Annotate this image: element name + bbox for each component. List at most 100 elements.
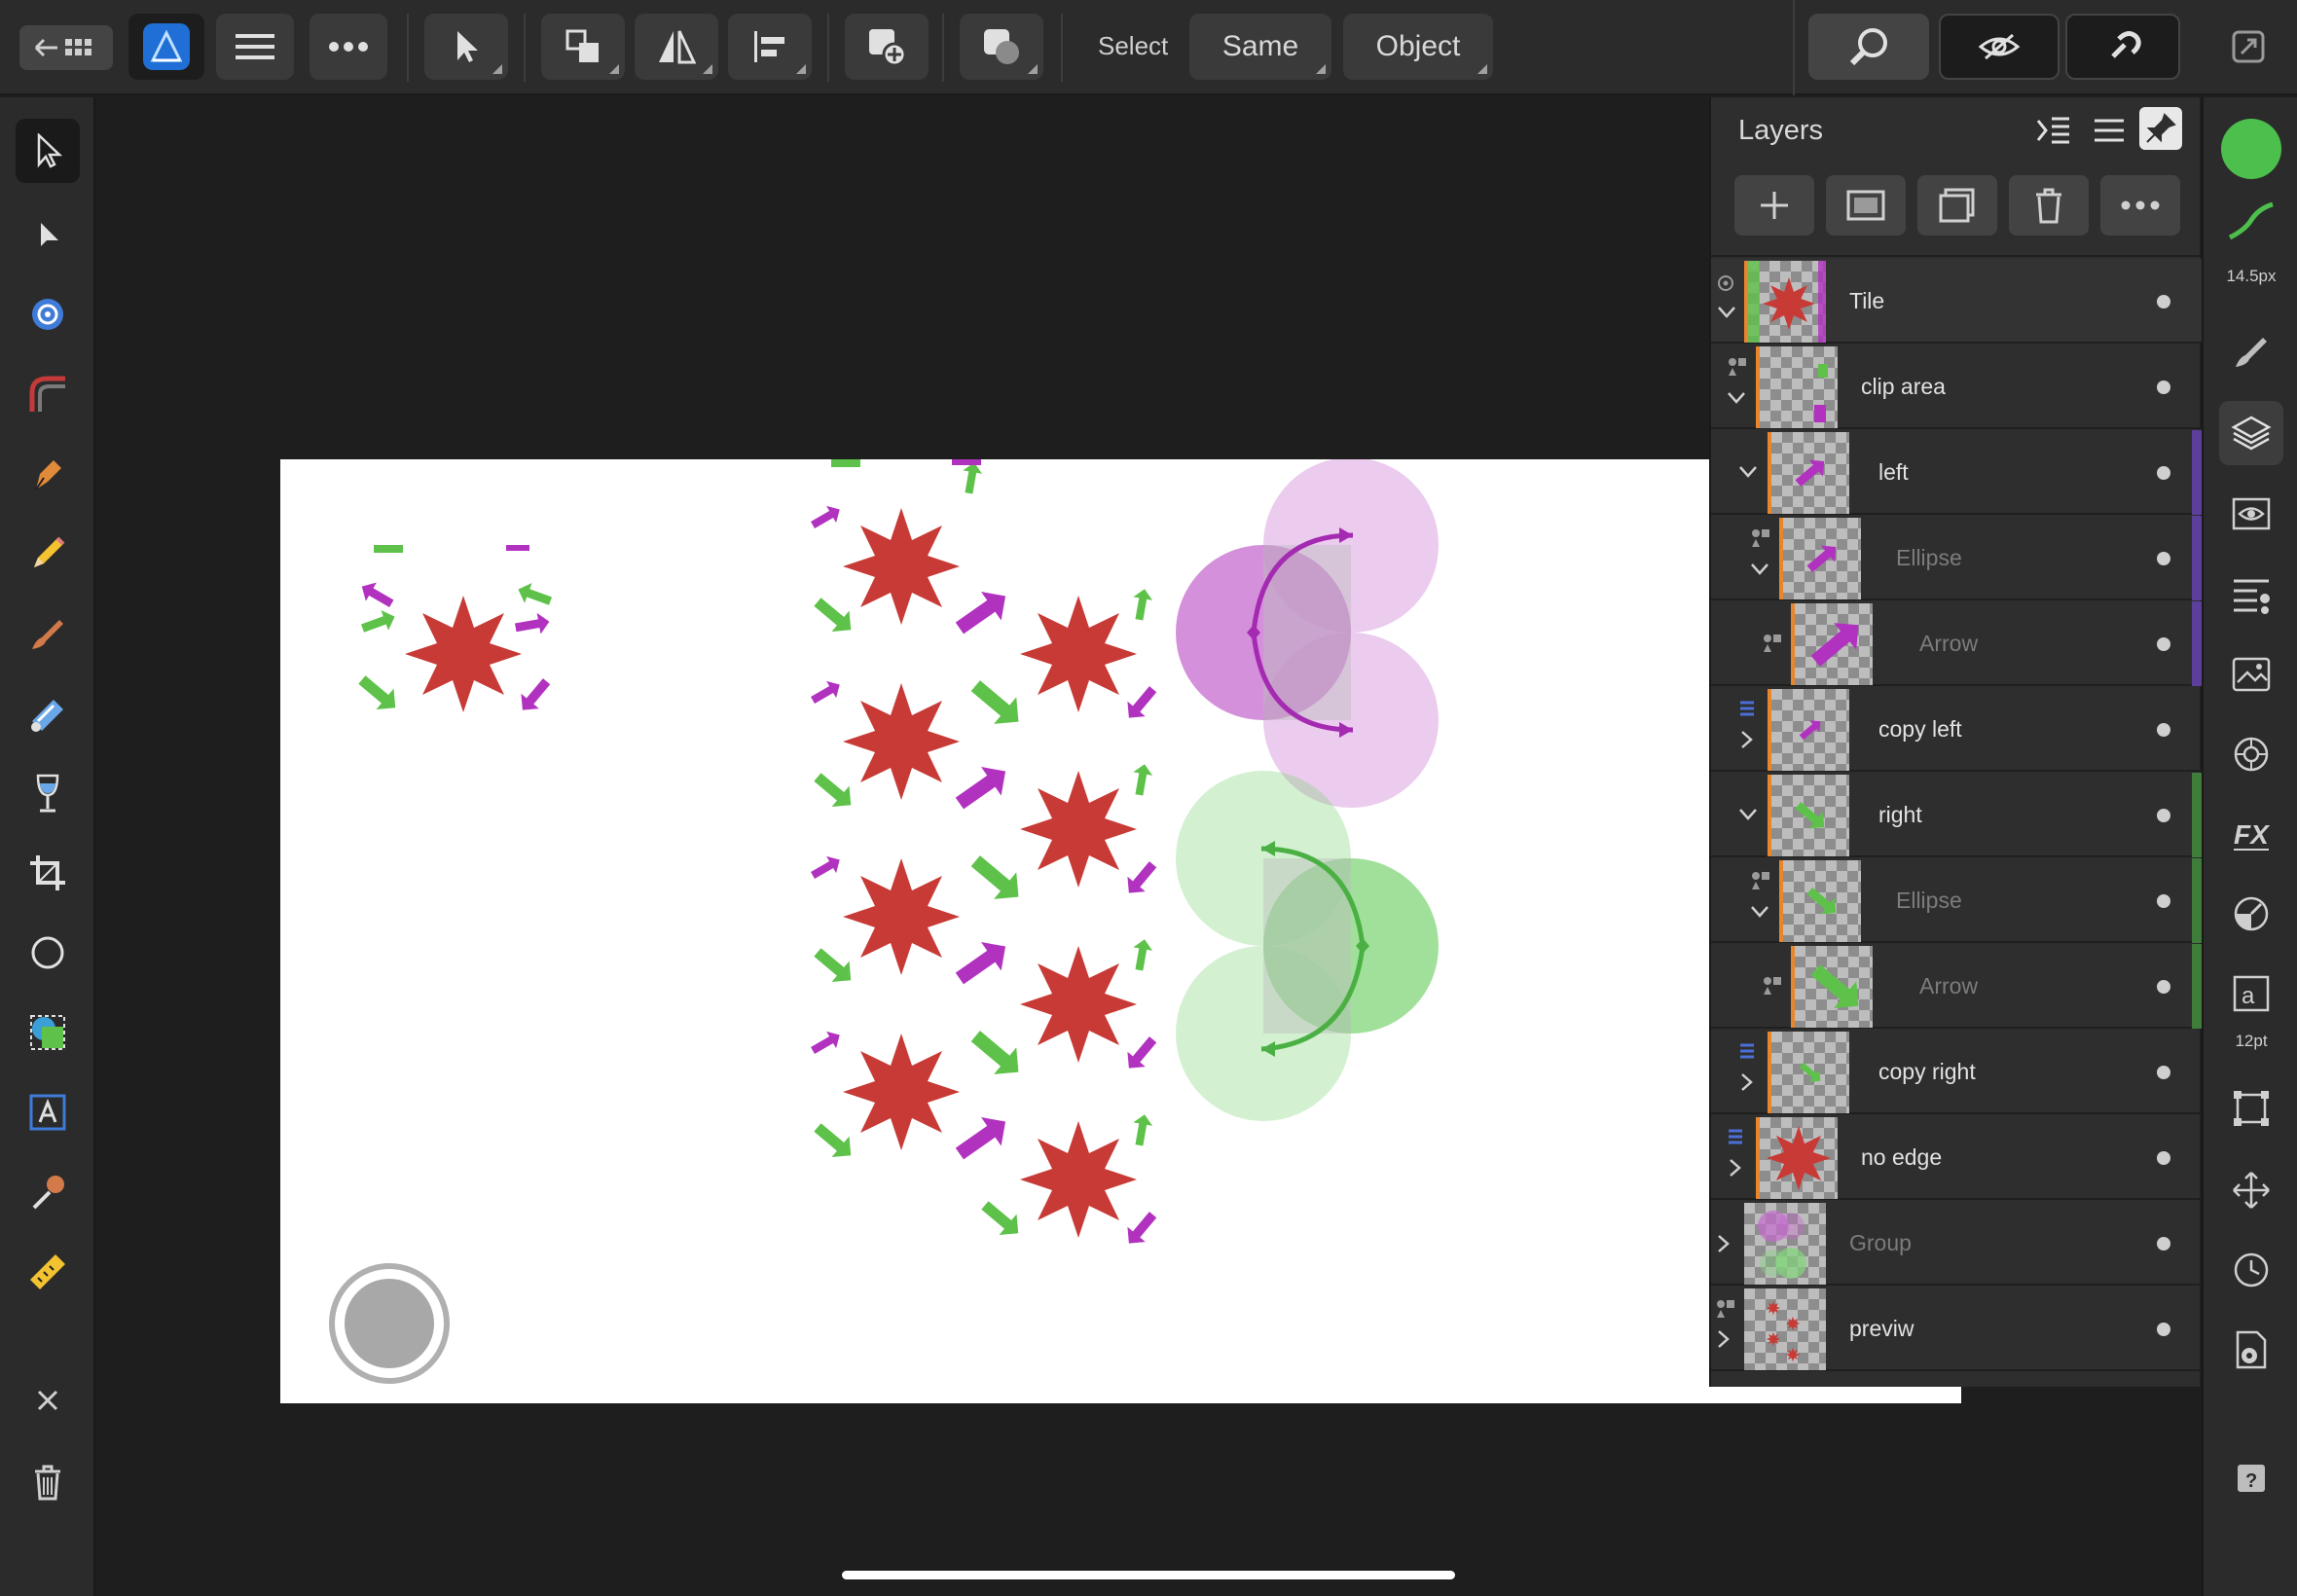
view-mode-button[interactable] — [1939, 14, 2060, 80]
quick-menu-button[interactable] — [329, 1263, 450, 1384]
chevron-down-icon[interactable] — [1727, 391, 1746, 405]
measure-tool[interactable] — [16, 1240, 80, 1304]
layer-row[interactable]: no edge — [1711, 1115, 2202, 1200]
fullscreen-button[interactable] — [2215, 14, 2281, 80]
more-button[interactable] — [310, 14, 387, 80]
visibility-toggle[interactable] — [2157, 1323, 2170, 1336]
visibility-toggle[interactable] — [2157, 552, 2170, 565]
color-studio[interactable] — [2219, 882, 2283, 946]
move-tool[interactable] — [16, 119, 80, 183]
visibility-toggle[interactable] — [2157, 1066, 2170, 1079]
fill-tool[interactable] — [16, 681, 80, 745]
layer-row[interactable]: Tile — [1711, 259, 2202, 344]
color-swatch[interactable] — [2219, 117, 2283, 181]
pen-tool[interactable] — [16, 442, 80, 506]
layer-row[interactable]: Ellipse — [1711, 858, 2202, 943]
align-button[interactable] — [728, 14, 812, 80]
arrange-button[interactable] — [541, 14, 625, 80]
select-object-button[interactable]: Object — [1343, 14, 1493, 80]
tile-preview[interactable] — [352, 545, 556, 719]
symbols-studio[interactable] — [2219, 722, 2283, 786]
corner-tool[interactable] — [16, 362, 80, 426]
layer-row[interactable]: clip area — [1711, 345, 2202, 429]
chevron-right-icon[interactable] — [1717, 1329, 1731, 1349]
visibility-toggle[interactable] — [2157, 980, 2170, 994]
chevron-right-icon[interactable] — [1740, 730, 1754, 749]
node-tool[interactable] — [16, 202, 80, 267]
visibility-toggle[interactable] — [2157, 381, 2170, 394]
pin-panel-button[interactable] — [2139, 107, 2182, 150]
transparency-tool[interactable] — [16, 761, 80, 825]
navigator-studio[interactable] — [2219, 1158, 2283, 1222]
chevron-down-icon[interactable] — [1717, 306, 1736, 319]
boolean-button[interactable] — [960, 14, 1043, 80]
chevron-down-icon[interactable] — [1738, 808, 1758, 821]
visibility-toggle[interactable] — [2157, 295, 2170, 308]
crop-tool[interactable] — [16, 841, 80, 905]
assets-studio[interactable] — [2219, 642, 2283, 707]
text-styles-studio[interactable] — [2219, 562, 2283, 627]
insert-button[interactable] — [845, 14, 929, 80]
vector-brush-tool[interactable] — [16, 601, 80, 666]
add-layer-button[interactable] — [1734, 175, 1814, 236]
snapping-button[interactable] — [2065, 14, 2180, 80]
layer-row[interactable]: previw — [1711, 1287, 2202, 1371]
panel-menu-icon[interactable] — [2093, 117, 2126, 144]
layer-row[interactable]: Arrow — [1711, 601, 2202, 686]
flip-button[interactable] — [635, 14, 718, 80]
transform-studio[interactable] — [2219, 1076, 2283, 1141]
text-tool[interactable] — [16, 1080, 80, 1144]
brushes-studio[interactable] — [2219, 319, 2283, 383]
character-studio[interactable]: a — [2219, 961, 2283, 1026]
delete-layer-button[interactable] — [2009, 175, 2089, 236]
visibility-toggle[interactable] — [2157, 723, 2170, 737]
persona-button[interactable] — [128, 14, 204, 80]
pencil-tool[interactable] — [16, 522, 80, 586]
history-studio[interactable] — [2219, 1238, 2283, 1302]
visibility-toggle[interactable] — [2157, 894, 2170, 908]
chevron-down-icon[interactable] — [1750, 905, 1769, 919]
visibility-toggle[interactable] — [2157, 809, 2170, 822]
document-settings[interactable] — [2219, 1318, 2283, 1382]
visibility-toggle[interactable] — [2157, 466, 2170, 480]
chevron-right-icon[interactable] — [1729, 1158, 1742, 1178]
visibility-toggle[interactable] — [2157, 1237, 2170, 1251]
layer-options-button[interactable] — [2100, 175, 2180, 236]
layer-row[interactable]: left — [1711, 430, 2202, 515]
back-button[interactable] — [19, 25, 113, 70]
layer-row[interactable]: right — [1711, 773, 2202, 857]
chevron-right-icon[interactable] — [1740, 1072, 1754, 1092]
layer-row[interactable]: Arrow — [1711, 944, 2202, 1029]
layer-row[interactable]: copy right — [1711, 1030, 2202, 1114]
stroke-button[interactable] — [2219, 195, 2283, 249]
menu-button[interactable] — [216, 14, 294, 80]
layer-name: left — [1878, 459, 1909, 485]
layer-row[interactable]: Group — [1711, 1201, 2202, 1286]
select-same-button[interactable]: Same — [1189, 14, 1331, 80]
shape-builder-tool[interactable] — [16, 1000, 80, 1065]
construction-preview[interactable] — [1176, 457, 1439, 1121]
close-button[interactable] — [16, 1368, 80, 1433]
point-transform-tool[interactable] — [16, 282, 80, 346]
delete-button[interactable] — [16, 1450, 80, 1514]
chevron-down-icon[interactable] — [1738, 465, 1758, 479]
duplicate-layer-button[interactable] — [1917, 175, 1997, 236]
visibility-toggle[interactable] — [2157, 1151, 2170, 1165]
collapse-panel-icon[interactable] — [2036, 115, 2071, 146]
chevron-down-icon[interactable] — [1750, 562, 1769, 576]
visibility-toggle[interactable] — [2157, 637, 2170, 651]
layers-studio[interactable] — [2219, 401, 2283, 465]
appearance-studio[interactable] — [2219, 483, 2283, 547]
zoom-button[interactable] — [1808, 14, 1929, 80]
home-indicator[interactable] — [842, 1571, 1455, 1579]
color-picker-tool[interactable] — [16, 1160, 80, 1224]
move-tool-button[interactable] — [424, 14, 508, 80]
help-button[interactable]: ? — [2219, 1446, 2283, 1510]
effects-studio[interactable]: FX — [2219, 802, 2283, 866]
pattern-preview[interactable] — [808, 459, 1162, 1251]
ellipse-tool[interactable] — [16, 921, 80, 985]
chevron-right-icon[interactable] — [1717, 1234, 1731, 1253]
mask-layer-button[interactable] — [1826, 175, 1906, 236]
layer-row[interactable]: Ellipse — [1711, 516, 2202, 600]
layer-row[interactable]: copy left — [1711, 687, 2202, 772]
